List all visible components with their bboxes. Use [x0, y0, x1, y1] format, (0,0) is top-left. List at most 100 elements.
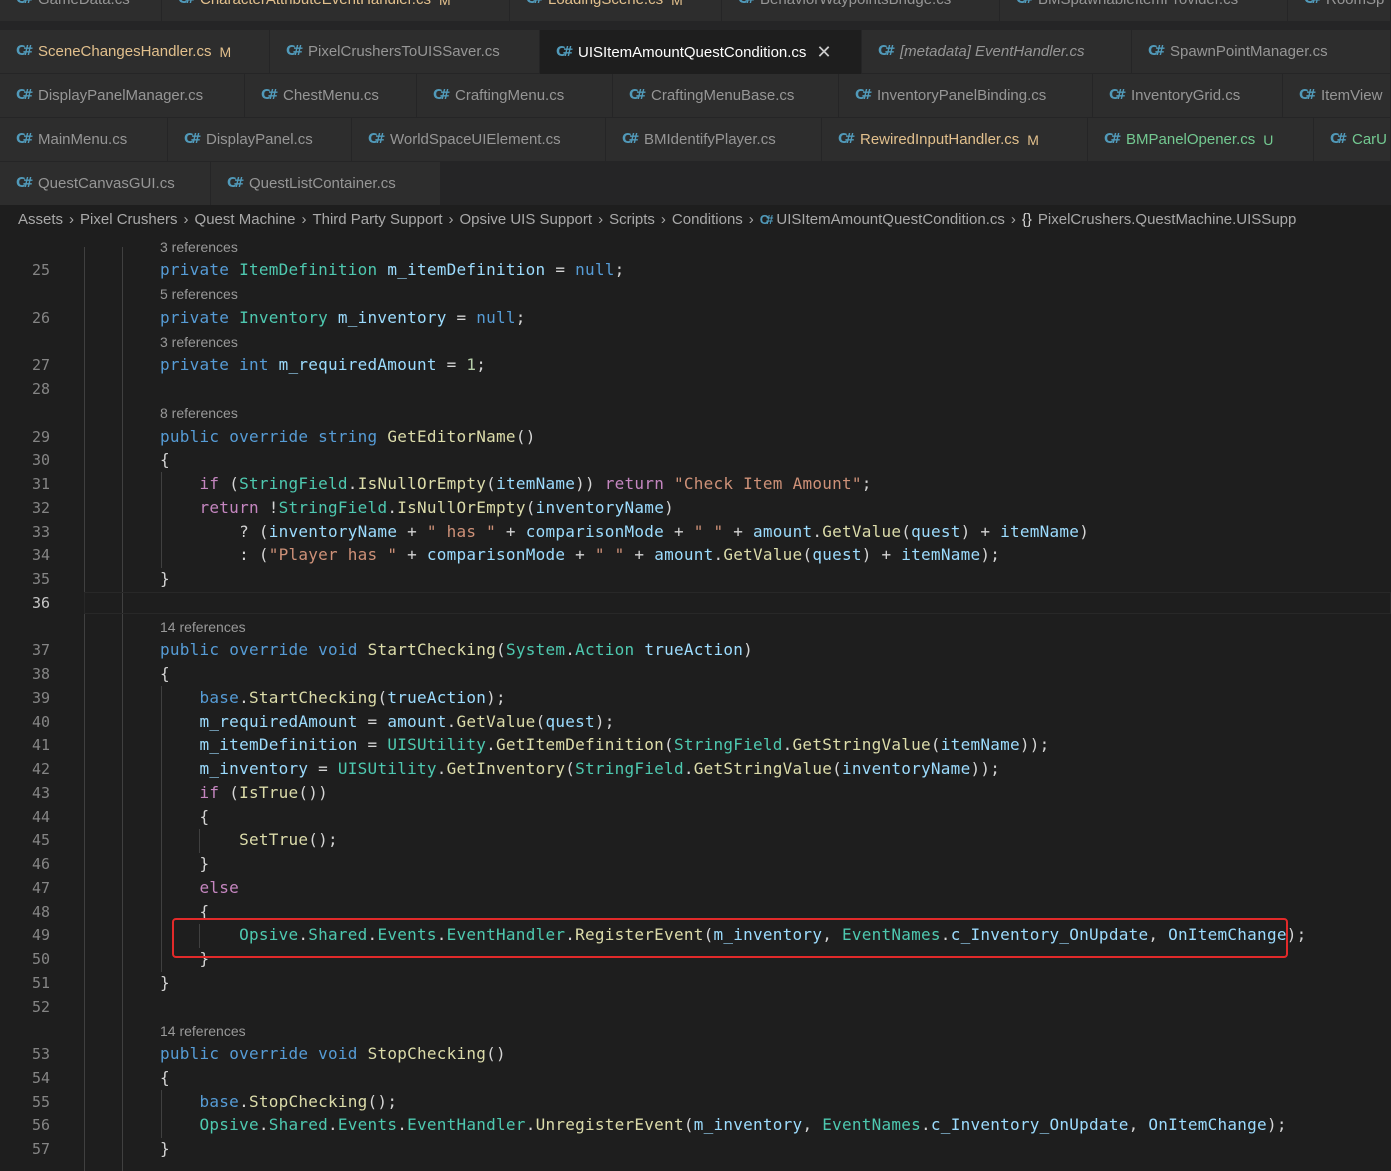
- code-line[interactable]: 43 if (IsTrue()): [0, 781, 1391, 805]
- code-line[interactable]: 51}: [0, 971, 1391, 995]
- code-line[interactable]: 57}: [0, 1137, 1391, 1161]
- csharp-file-icon: C#: [178, 0, 195, 7]
- tab-row-2: C# SceneChangesHandler.cs M C# PixelCrusher…: [0, 30, 1391, 74]
- tab-characterattributeeventhandler[interactable]: C# CharacterAttributeEventHandler.cs M: [162, 0, 510, 22]
- codelens-references[interactable]: 5 references: [160, 284, 238, 304]
- tab-craftingmenu[interactable]: C# CraftingMenu.cs: [417, 74, 613, 118]
- breadcrumb-assets[interactable]: Assets: [18, 211, 63, 228]
- tab-displaypanelmanager[interactable]: C# DisplayPanelManager.cs: [0, 74, 245, 118]
- code-line[interactable]: 34 : ("Player has " + comparisonMode + "…: [0, 543, 1391, 567]
- csharp-file-icon: C#: [368, 132, 385, 147]
- tab-label: BMIdentifyPlayer.cs: [644, 131, 776, 148]
- code-token: .: [328, 1115, 338, 1134]
- line-number: 46: [31, 855, 50, 873]
- code-line[interactable]: 25 private ItemDefinition m_itemDefinitio…: [0, 258, 1391, 282]
- code-line[interactable]: 27 private int m_requiredAmount = 1;: [0, 353, 1391, 377]
- code-line[interactable]: 47 else: [0, 876, 1391, 900]
- codelens-references[interactable]: 3 references: [160, 332, 238, 352]
- code-token: +: [723, 522, 754, 541]
- tab-itemview[interactable]: C# ItemView: [1283, 74, 1391, 118]
- code-token: else: [199, 878, 240, 897]
- tab-gamedata[interactable]: C# GameData.cs: [0, 0, 162, 22]
- code-line[interactable]: 30 {: [0, 448, 1391, 472]
- breadcrumb-conditions[interactable]: Conditions: [672, 211, 743, 228]
- breadcrumb-opsive-uis-support[interactable]: Opsive UIS Support: [460, 211, 593, 228]
- code-line[interactable]: 56 Opsive.Shared.Events.EventHandler.Unr…: [0, 1113, 1391, 1137]
- code-editor[interactable]: 3 references 5 references 3 references 8…: [0, 233, 1391, 1171]
- tab-bmpanelopener[interactable]: C# BMPanelOpener.cs U: [1088, 118, 1314, 162]
- code-line[interactable]: 54 {: [0, 1066, 1391, 1090]
- tab-questlistcontainer[interactable]: C# QuestListContainer.cs: [211, 162, 441, 205]
- tab-bmspawnableitemprovider[interactable]: C# BMSpawnableItemProvider.cs: [1000, 0, 1288, 22]
- close-icon[interactable]: ✕: [816, 42, 831, 63]
- breadcrumb-file[interactable]: UISItemAmountQuestCondition.cs: [776, 211, 1004, 228]
- tab-spawnpointmanager[interactable]: C# SpawnPointManager.cs: [1132, 30, 1391, 74]
- tab-caru[interactable]: C# CarU: [1314, 118, 1391, 162]
- code-line[interactable]: 44 {: [0, 805, 1391, 829]
- codelens-references[interactable]: 8 references: [160, 403, 238, 423]
- code-line[interactable]: 52: [0, 995, 1391, 1019]
- breadcrumb-pixel-crushers[interactable]: Pixel Crushers: [80, 211, 178, 228]
- code-token: inventoryName: [841, 759, 971, 778]
- tab-mainmenu[interactable]: C# MainMenu.cs: [0, 118, 168, 162]
- tab-loadingscene[interactable]: C# LoadingScene.cs M: [510, 0, 722, 22]
- tab-scenechangeshandler[interactable]: C# SceneChangesHandler.cs M: [0, 30, 270, 74]
- line-number: 45: [31, 831, 50, 849]
- csharp-file-icon: C#: [622, 132, 639, 147]
- tab-chestmenu[interactable]: C# ChestMenu.cs: [245, 74, 417, 118]
- code-line[interactable]: 55 base.StopChecking();: [0, 1090, 1391, 1114]
- tab-inventorypanelbinding[interactable]: C# InventoryPanelBinding.cs: [839, 74, 1093, 118]
- line-number: 56: [31, 1116, 50, 1134]
- tab-craftingmenubase[interactable]: C# CraftingMenuBase.cs: [613, 74, 839, 118]
- tab-bmidentifyplayer[interactable]: C# BMIdentifyPlayer.cs: [606, 118, 822, 162]
- code-line[interactable]: 35}: [0, 567, 1391, 591]
- code-token: private: [160, 260, 240, 279]
- tab-inventorygrid[interactable]: C# InventoryGrid.cs: [1093, 74, 1283, 118]
- code-line[interactable]: 37 public override void StartChecking(Sys…: [0, 638, 1391, 662]
- code-token: override: [229, 427, 319, 446]
- code-line[interactable]: 26 private Inventory m_inventory = null;: [0, 306, 1391, 330]
- codelens-references[interactable]: 3 references: [160, 237, 238, 257]
- breadcrumb-third-party-support[interactable]: Third Party Support: [312, 211, 442, 228]
- code-line[interactable]: 29 public override string GetEditorName(): [0, 425, 1391, 449]
- git-modified-badge: M: [439, 0, 451, 8]
- code-line[interactable]: 41 m_itemDefinition = UISUtility.GetItem…: [0, 733, 1391, 757]
- code-token: itemName: [1000, 522, 1080, 541]
- code-line[interactable]: 40 m_requiredAmount = amount.GetValue(qu…: [0, 710, 1391, 734]
- breadcrumb-scripts[interactable]: Scripts: [609, 211, 655, 228]
- tab-uisitemamountquestcondition[interactable]: C# UISItemAmountQuestCondition.cs ✕: [540, 30, 862, 74]
- tab-pixelcrusherstouissaver[interactable]: C# PixelCrushersToUISSaver.cs: [270, 30, 540, 74]
- code-token: amount: [387, 712, 447, 731]
- tab-behaviorwaypointsbridge[interactable]: C# BehaviorWaypointsBridge.cs: [722, 0, 1000, 22]
- code-token: m_inventory: [337, 308, 447, 327]
- code-token: .: [397, 1115, 408, 1134]
- code-line[interactable]: 53 public override void StopChecking(): [0, 1042, 1391, 1066]
- tab-rewiredinputhandler[interactable]: C# RewiredInputHandler.cs M: [822, 118, 1088, 162]
- line-number: 48: [31, 903, 50, 921]
- tab-metadata-eventhandler[interactable]: C# [metadata] EventHandler.cs: [862, 30, 1132, 74]
- code-line[interactable]: 33 ? (inventoryName + " has " + comparis…: [0, 520, 1391, 544]
- code-line[interactable]: 32 return !StringField.IsNullOrEmpty(inv…: [0, 496, 1391, 520]
- code-token: int: [239, 355, 279, 374]
- tab-displaypanel[interactable]: C# DisplayPanel.cs: [168, 118, 352, 162]
- code-token: =: [446, 308, 477, 327]
- code-line[interactable]: 28: [0, 377, 1391, 401]
- code-line[interactable]: 42 m_inventory = UISUtility.GetInventory…: [0, 757, 1391, 781]
- line-number: 39: [31, 689, 50, 707]
- code-line[interactable]: 39 base.StartChecking(trueAction);: [0, 686, 1391, 710]
- breadcrumb-quest-machine[interactable]: Quest Machine: [195, 211, 296, 228]
- code-line[interactable]: 36: [0, 591, 1391, 615]
- tab-roomsp[interactable]: C# RoomSp: [1288, 0, 1391, 22]
- codelens-references[interactable]: 14 references: [160, 617, 246, 637]
- code-line[interactable]: 46 }: [0, 852, 1391, 876]
- tab-questcanvasgui[interactable]: C# QuestCanvasGUI.cs: [0, 162, 211, 205]
- code-line[interactable]: 31 if (StringField.IsNullOrEmpty(itemNam…: [0, 472, 1391, 496]
- codelens-references[interactable]: 14 references: [160, 1021, 246, 1041]
- code-line[interactable]: 45 SetTrue();: [0, 828, 1391, 852]
- editor-tab-bar: C# GameData.cs C# CharacterAttributeEventH…: [0, 0, 1391, 205]
- breadcrumb-namespace[interactable]: PixelCrushers.QuestMachine.UISSupp: [1038, 211, 1296, 228]
- code-token: {: [160, 664, 170, 683]
- code-token: (: [901, 522, 912, 541]
- code-line[interactable]: 38 {: [0, 662, 1391, 686]
- tab-worldspaceuielement[interactable]: C# WorldSpaceUIElement.cs: [352, 118, 606, 162]
